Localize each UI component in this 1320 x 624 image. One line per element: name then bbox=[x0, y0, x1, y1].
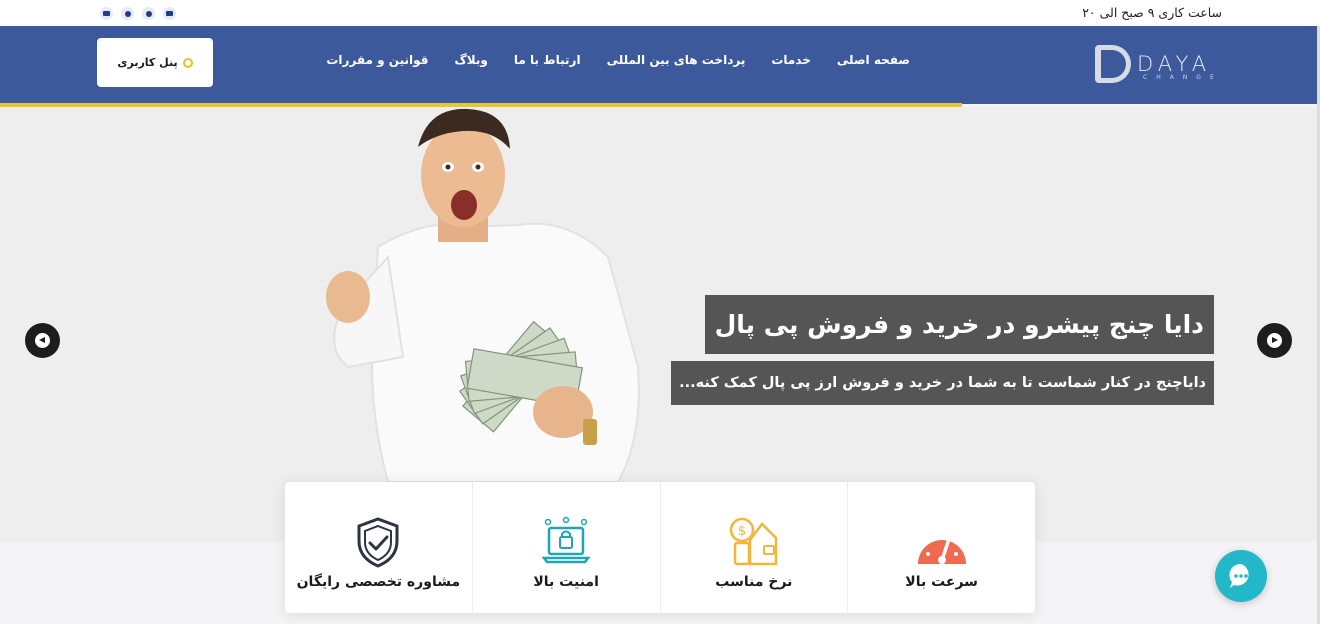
logo-mark bbox=[1095, 45, 1131, 83]
logo-subtext: CHANGE bbox=[1143, 74, 1223, 81]
nav-item-services[interactable]: خدمات bbox=[771, 53, 811, 67]
wallet-coin-icon: $ bbox=[729, 517, 778, 566]
gear-icon bbox=[182, 57, 193, 68]
chat-widget-button[interactable] bbox=[1215, 550, 1267, 602]
hero-slider: دایا چنج پیشرو در خرید و فروش پی پال دای… bbox=[0, 107, 1320, 542]
nav-item-rules[interactable]: قوانین و مقررات bbox=[326, 53, 428, 67]
nav-item-international-payments[interactable]: پرداخت های بین المللی bbox=[607, 53, 746, 67]
whatsapp-icon[interactable] bbox=[142, 7, 155, 20]
main-navbar: پنل کاربری صفحه اصلی خدمات پرداخت های بی… bbox=[0, 26, 1320, 104]
arrow-left-icon bbox=[35, 333, 50, 348]
youtube-icon[interactable] bbox=[100, 7, 113, 20]
nav-item-blog[interactable]: وبلاگ bbox=[454, 53, 487, 67]
feature-label: نرخ مناسب bbox=[715, 574, 793, 590]
logo-text: DAYA bbox=[1137, 51, 1212, 76]
secure-laptop-icon bbox=[541, 516, 591, 564]
top-bar: ساعت کاری ۹ صبح الی ۲۰ bbox=[0, 0, 1320, 26]
telegram-icon[interactable] bbox=[121, 7, 134, 20]
chat-bubble-icon bbox=[1229, 563, 1249, 588]
social-links bbox=[100, 7, 176, 20]
instagram-icon[interactable] bbox=[163, 7, 176, 20]
features-strip: مشاوره تخصصی رایگان امنیت بالا $ نرخ منا… bbox=[285, 482, 1035, 613]
hero-subtitle: دایاچنج در کنار شماست تا به شما در خرید … bbox=[671, 361, 1214, 405]
site-logo[interactable]: DAYA CHANGE bbox=[1095, 41, 1220, 87]
feature-label: امنیت بالا bbox=[533, 574, 599, 590]
speedometer-icon bbox=[917, 530, 966, 564]
svg-text:$: $ bbox=[738, 524, 746, 539]
feature-high-security: امنیت بالا bbox=[471, 482, 660, 613]
nav-item-home[interactable]: صفحه اصلی bbox=[837, 53, 910, 67]
hero-person-image bbox=[326, 108, 640, 482]
hero-title: دایا چنج پیشرو در خرید و فروش پی پال bbox=[704, 295, 1214, 354]
feature-label: مشاوره تخصصی رایگان bbox=[296, 574, 461, 590]
feature-high-speed: سرعت بالا bbox=[847, 482, 1035, 613]
nav-menu: صفحه اصلی خدمات پرداخت های بین المللی ار… bbox=[326, 53, 910, 67]
user-panel-button[interactable]: پنل کاربری bbox=[97, 38, 213, 87]
slider-next-button[interactable] bbox=[1257, 323, 1292, 358]
user-panel-label: پنل کاربری bbox=[117, 56, 178, 69]
feature-good-rate: $ نرخ مناسب bbox=[659, 482, 848, 613]
arrow-right-icon bbox=[1267, 333, 1282, 348]
nav-item-contact[interactable]: ارتباط با ما bbox=[514, 53, 581, 67]
feature-free-consulting: مشاوره تخصصی رایگان bbox=[285, 482, 472, 613]
feature-label: سرعت بالا bbox=[905, 574, 978, 590]
slider-prev-button[interactable] bbox=[25, 323, 60, 358]
working-hours: ساعت کاری ۹ صبح الی ۲۰ bbox=[1082, 5, 1222, 20]
shield-check-icon bbox=[357, 517, 399, 568]
